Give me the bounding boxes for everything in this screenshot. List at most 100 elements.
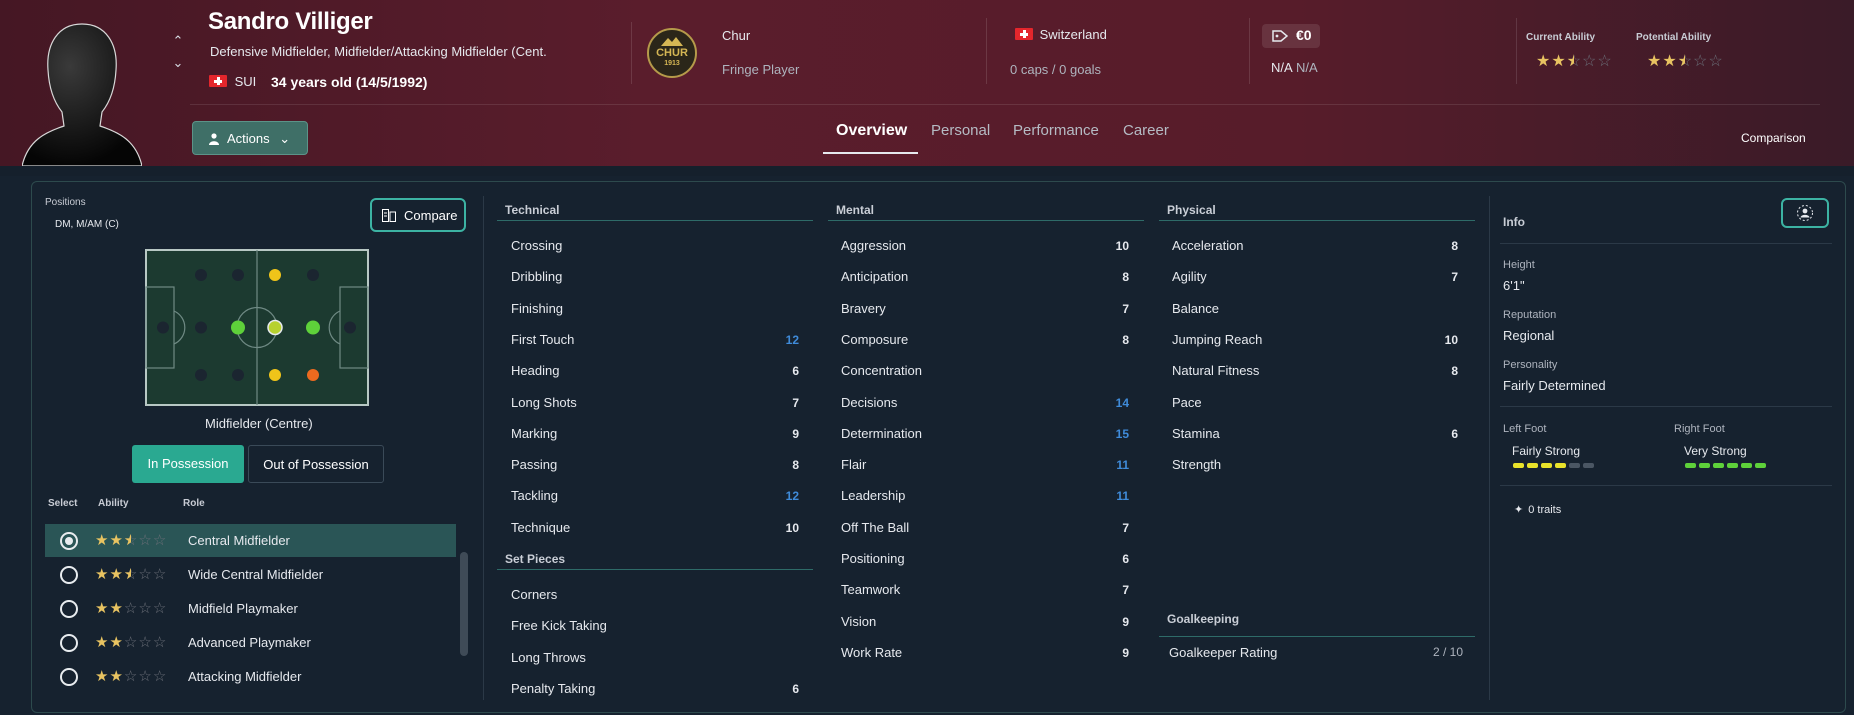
right-foot-strength-bar xyxy=(1685,463,1766,468)
attribute-name[interactable]: Marking xyxy=(511,426,557,441)
tab-performance[interactable]: Performance xyxy=(1013,122,1099,139)
role-radio[interactable] xyxy=(60,566,78,584)
attribute-name[interactable]: Long Throws xyxy=(511,650,586,665)
section-divider xyxy=(1159,636,1475,637)
attribute-name[interactable]: Composure xyxy=(841,332,908,347)
tab-overview[interactable]: Overview xyxy=(836,122,907,140)
swiss-flag-icon xyxy=(209,75,227,87)
attribute-name[interactable]: Flair xyxy=(841,457,866,472)
info-title: Info xyxy=(1503,215,1525,229)
attribute-name[interactable]: Concentration xyxy=(841,363,922,378)
attribute-name[interactable]: Strength xyxy=(1172,457,1221,472)
attribute-name[interactable]: Technique xyxy=(511,520,570,535)
role-row[interactable]: ★★☆★☆☆ Central Midfielder xyxy=(45,524,456,557)
attribute-name[interactable]: Finishing xyxy=(511,301,563,316)
header-gap xyxy=(0,166,1854,176)
attribute-name[interactable]: Determination xyxy=(841,426,922,441)
attribute-name[interactable]: Long Shots xyxy=(511,395,577,410)
attribute-name[interactable]: Positioning xyxy=(841,551,905,566)
nationality: SUI xyxy=(209,74,256,89)
traits[interactable]: ✦ 0 traits xyxy=(1514,503,1561,516)
attribute-value: 7 xyxy=(1122,583,1129,598)
attribute-name[interactable]: Teamwork xyxy=(841,582,900,597)
attribute-name[interactable]: Heading xyxy=(511,363,559,378)
actions-label: Actions xyxy=(227,131,270,146)
position-pitch xyxy=(145,249,369,406)
attribute-value: 10 xyxy=(1115,239,1129,253)
profile-button[interactable] xyxy=(1781,198,1829,228)
divider xyxy=(1500,406,1832,407)
divider xyxy=(631,22,632,84)
attribute-name[interactable]: Off The Ball xyxy=(841,520,909,535)
attribute-value: 7 xyxy=(1122,520,1129,535)
attribute-name[interactable]: Corners xyxy=(511,587,557,602)
physical-title: Physical xyxy=(1167,203,1216,217)
role-row[interactable]: ★★☆☆☆ Advanced Playmaker xyxy=(45,626,456,659)
role-row[interactable]: ★★☆☆☆ Midfield Playmaker xyxy=(45,592,456,625)
attribute-name[interactable]: Anticipation xyxy=(841,269,908,284)
role-radio[interactable] xyxy=(60,668,78,686)
attribute-value: 9 xyxy=(1122,645,1129,660)
role-radio[interactable] xyxy=(60,634,78,652)
next-player-arrow-icon[interactable]: ⌄ xyxy=(170,55,186,70)
attribute-name[interactable]: Free Kick Taking xyxy=(511,618,607,633)
role-radio[interactable] xyxy=(60,600,78,618)
role-name: Central Midfielder xyxy=(188,533,290,548)
compare-button[interactable]: Compare xyxy=(370,198,466,232)
attribute-value: 11 xyxy=(1116,489,1129,504)
tab-personal[interactable]: Personal xyxy=(931,122,990,139)
attribute-value: 9 xyxy=(1122,614,1129,629)
transfer-value-amount: €0 xyxy=(1296,27,1312,43)
potential-ability-label: Potential Ability xyxy=(1636,32,1712,43)
role-list-scrollbar[interactable] xyxy=(460,552,468,656)
previous-player-arrow-icon[interactable]: ⌃ xyxy=(170,33,186,48)
role-row[interactable]: ★★☆★☆☆ Wide Central Midfielder xyxy=(45,558,456,591)
attribute-value: 7 xyxy=(1122,301,1129,316)
attribute-name[interactable]: Stamina xyxy=(1172,426,1220,441)
attribute-name[interactable]: Jumping Reach xyxy=(1172,332,1262,347)
left-foot-value: Fairly Strong xyxy=(1512,444,1581,458)
attribute-name[interactable]: Balance xyxy=(1172,301,1219,316)
attribute-name[interactable]: Tackling xyxy=(511,488,558,503)
divider xyxy=(1489,196,1490,700)
role-name: Advanced Playmaker xyxy=(188,635,311,650)
role-radio[interactable] xyxy=(60,532,78,550)
attribute-name[interactable]: Natural Fitness xyxy=(1172,363,1259,378)
compare-label: Compare xyxy=(404,208,458,223)
role-ability-stars: ★★☆☆☆ xyxy=(95,634,168,651)
attribute-name[interactable]: Leadership xyxy=(841,488,905,503)
attribute-name[interactable]: Vision xyxy=(841,614,876,629)
attribute-name[interactable]: Penalty Taking xyxy=(511,681,595,696)
attribute-name[interactable]: Decisions xyxy=(841,395,897,410)
squad-status: Fringe Player xyxy=(722,62,800,77)
goalkeeper-rating-label[interactable]: Goalkeeper Rating xyxy=(1169,645,1277,660)
attribute-name[interactable]: Bravery xyxy=(841,301,886,316)
out-of-possession-toggle[interactable]: Out of Possession xyxy=(248,445,384,483)
attribute-name[interactable]: Dribbling xyxy=(511,269,562,284)
player-positions: Defensive Midfielder, Midfielder/Attacki… xyxy=(210,44,546,59)
role-row[interactable]: ★★☆☆☆ Attacking Midfielder xyxy=(45,660,456,693)
mental-title: Mental xyxy=(836,203,875,217)
comparison-link[interactable]: Comparison xyxy=(1741,131,1806,145)
in-possession-toggle[interactable]: In Possession xyxy=(132,445,244,483)
divider xyxy=(1500,243,1832,244)
attribute-name[interactable]: Pace xyxy=(1172,395,1202,410)
positions-label: Positions xyxy=(45,197,86,208)
club-badge-icon[interactable]: CHUR 1913 xyxy=(647,28,697,78)
club-name[interactable]: Chur xyxy=(722,28,750,43)
attribute-name[interactable]: Aggression xyxy=(841,238,906,253)
country[interactable]: Switzerland xyxy=(1015,27,1107,42)
player-name: Sandro Villiger xyxy=(208,8,373,35)
attribute-name[interactable]: First Touch xyxy=(511,332,574,347)
attribute-name[interactable]: Crossing xyxy=(511,238,562,253)
attribute-name[interactable]: Passing xyxy=(511,457,557,472)
attribute-value: 10 xyxy=(1444,332,1458,347)
attribute-name[interactable]: Agility xyxy=(1172,269,1207,284)
positions-value: DM, M/AM (C) xyxy=(55,219,119,230)
tab-career[interactable]: Career xyxy=(1123,122,1169,139)
goalkeeper-rating-value: 2 / 10 xyxy=(1433,645,1464,659)
attribute-name[interactable]: Work Rate xyxy=(841,645,902,660)
actions-button[interactable]: Actions ⌄ xyxy=(192,121,308,155)
attribute-name[interactable]: Acceleration xyxy=(1172,238,1244,253)
transfer-value[interactable]: €0 xyxy=(1262,24,1320,48)
